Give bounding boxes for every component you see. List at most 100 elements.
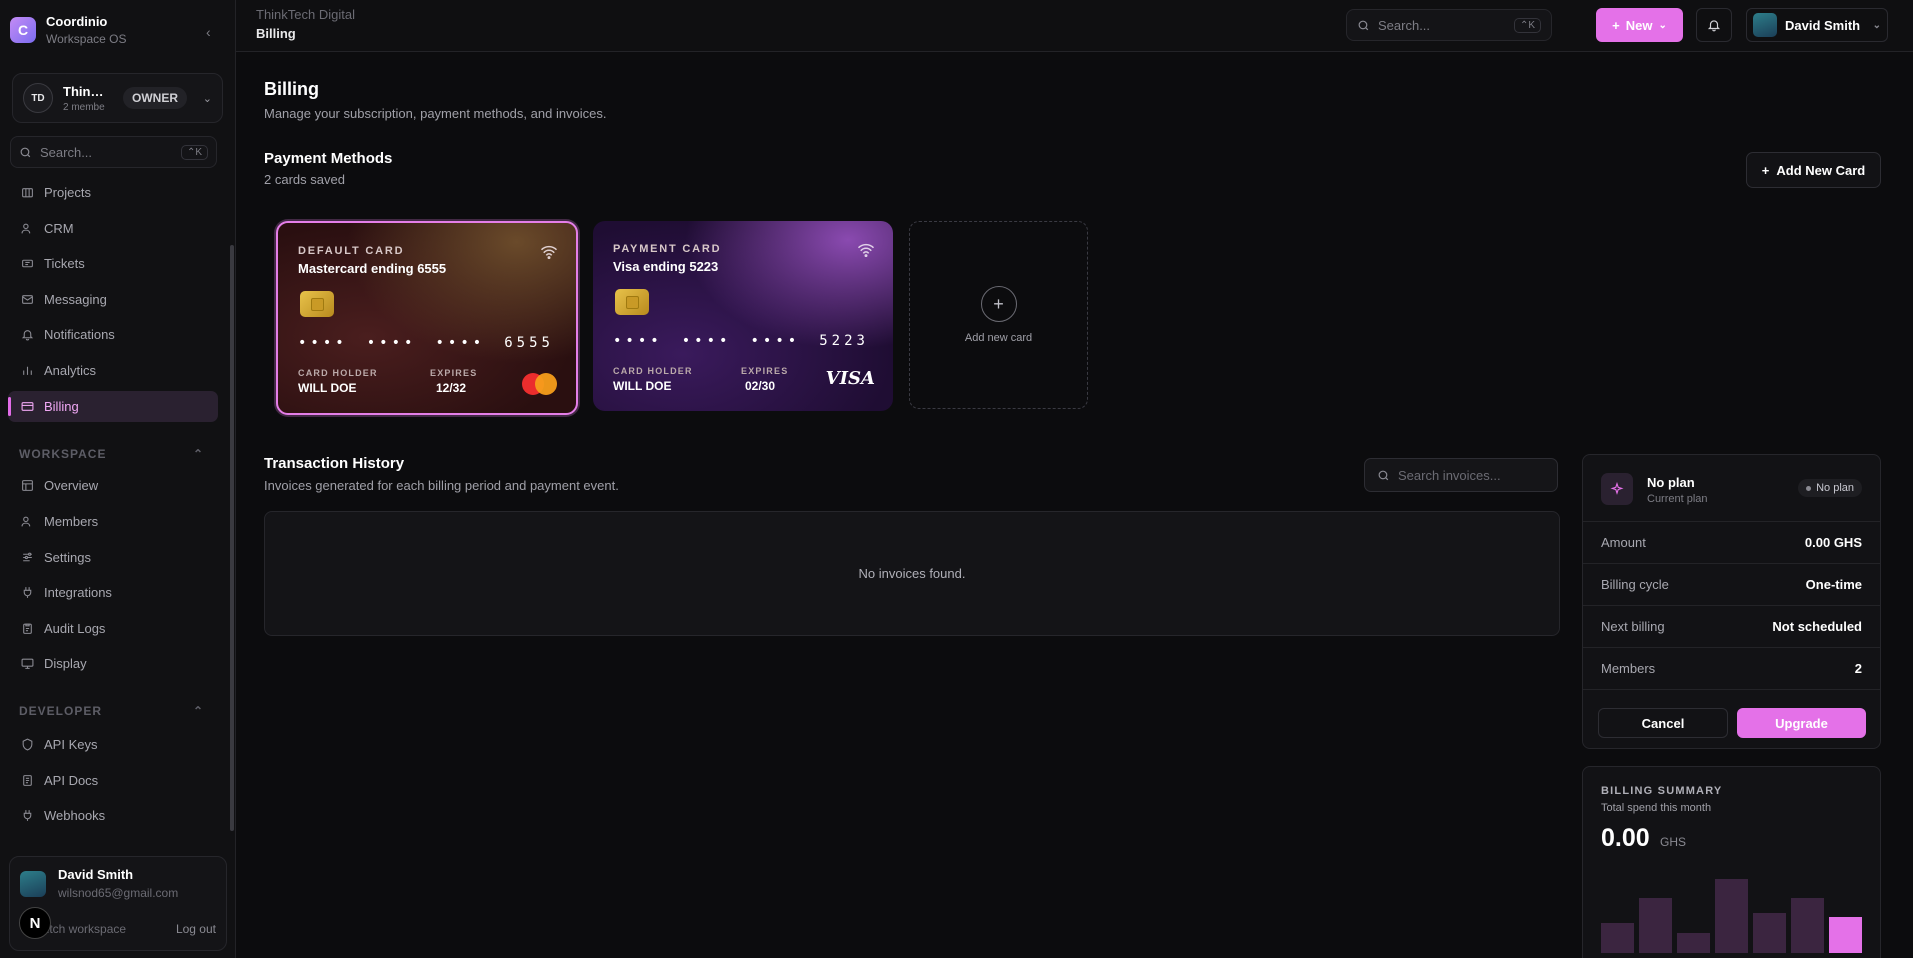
sidebar-item-tickets[interactable]: Tickets bbox=[8, 248, 218, 279]
breadcrumb-page: Billing bbox=[256, 26, 296, 41]
sidebar-item-audit-logs[interactable]: Audit Logs bbox=[8, 613, 218, 644]
summary-value: 0.00 bbox=[1601, 824, 1650, 852]
chevron-down-icon[interactable]: ⌄ bbox=[203, 92, 212, 105]
workspace-avatar: TD bbox=[23, 83, 53, 113]
row-value: One-time bbox=[1805, 577, 1862, 592]
new-button[interactable]: + New ⌄ bbox=[1596, 8, 1683, 42]
row-value: 2 bbox=[1854, 661, 1862, 676]
payment-card-default[interactable]: DEFAULT CARD Mastercard ending 6555 ••••… bbox=[276, 221, 578, 415]
sidebar-item-billing[interactable]: Billing bbox=[8, 391, 218, 422]
collapse-sidebar-icon[interactable]: ‹ bbox=[206, 24, 211, 40]
sidebar-item-api-keys[interactable]: API Keys bbox=[8, 729, 218, 760]
sidebar-item-members[interactable]: Members bbox=[8, 506, 218, 537]
add-card-tile[interactable]: + Add new card bbox=[909, 221, 1088, 409]
sidebar-item-overview[interactable]: Overview bbox=[8, 470, 218, 501]
card-label: PAYMENT CARD bbox=[613, 243, 722, 255]
doc-icon bbox=[20, 774, 34, 788]
sidebar-item-messaging[interactable]: Messaging bbox=[8, 284, 218, 315]
plus-icon: + bbox=[1612, 17, 1620, 33]
chevron-up-icon: ⌃ bbox=[192, 447, 204, 461]
new-button-label: New bbox=[1625, 17, 1653, 33]
row-key: Next billing bbox=[1601, 619, 1665, 634]
section-workspace[interactable]: WORKSPACE ⌃ bbox=[19, 447, 204, 461]
sidebar-item-integrations[interactable]: Integrations bbox=[8, 577, 218, 608]
sidebar-item-label: Display bbox=[44, 656, 87, 671]
sidebar-item-label: CRM bbox=[44, 221, 74, 236]
mail-icon bbox=[20, 293, 34, 307]
chart-bar bbox=[1829, 917, 1862, 953]
avatar bbox=[20, 871, 46, 897]
card-chip-icon bbox=[615, 289, 649, 315]
sidebar-item-analytics[interactable]: Analytics bbox=[8, 355, 218, 386]
brand[interactable]: C Coordinio Workspace OS bbox=[10, 14, 126, 46]
brand-logo: C bbox=[10, 17, 36, 43]
sidebar-item-webhooks[interactable]: Webhooks bbox=[8, 800, 218, 831]
sidebar-item-projects[interactable]: Projects bbox=[8, 177, 218, 208]
brand-name: Coordinio bbox=[46, 14, 108, 29]
summary-unit: GHS bbox=[1660, 835, 1687, 849]
sidebar-item-label: Members bbox=[44, 514, 99, 529]
card-expires-label: EXPIRES bbox=[430, 368, 478, 378]
chart-bar bbox=[1601, 923, 1634, 953]
users-icon bbox=[20, 515, 34, 529]
sidebar-scroll-thumb[interactable] bbox=[230, 245, 234, 831]
user-menu-button[interactable]: David Smith ⌄ bbox=[1746, 8, 1888, 42]
user-menu-name: David Smith bbox=[1785, 17, 1861, 33]
sidebar-item-display[interactable]: Display bbox=[8, 648, 218, 679]
card-number-group: 5223 bbox=[819, 333, 869, 349]
card-holder-label: CARD HOLDER bbox=[613, 366, 693, 376]
upgrade-button[interactable]: Upgrade bbox=[1737, 708, 1866, 738]
card-expires-value: 12/32 bbox=[436, 381, 467, 395]
topbar: ThinkTech Digital Billing Search... ⌃K +… bbox=[236, 0, 1913, 52]
notifications-button[interactable] bbox=[1696, 8, 1732, 42]
brand-subtitle: Workspace OS bbox=[46, 32, 127, 46]
transaction-history-subtitle: Invoices generated for each billing peri… bbox=[264, 478, 619, 493]
row-key: Billing cycle bbox=[1601, 577, 1669, 592]
section-developer[interactable]: DEVELOPER ⌃ bbox=[19, 704, 204, 718]
logout-link[interactable]: Log out bbox=[176, 922, 216, 936]
divider bbox=[1583, 689, 1880, 690]
sidebar-item-label: Integrations bbox=[44, 585, 112, 600]
breadcrumb-org[interactable]: ThinkTech Digital bbox=[256, 7, 355, 22]
sidebar-item-settings[interactable]: Settings bbox=[8, 542, 218, 573]
card-holder-label: CARD HOLDER bbox=[298, 368, 378, 378]
page-subtitle: Manage your subscription, payment method… bbox=[264, 106, 607, 121]
user-email: wilsnod65@gmail.com bbox=[58, 886, 179, 900]
webhook-icon bbox=[20, 809, 34, 823]
payment-card-visa[interactable]: PAYMENT CARD Visa ending 5223 •••• •••• … bbox=[593, 221, 893, 411]
card-expires-value: 02/30 bbox=[745, 379, 776, 393]
sparkle-icon bbox=[1601, 473, 1633, 505]
avatar bbox=[1753, 13, 1777, 37]
card-chip-icon bbox=[300, 291, 334, 317]
status-badge-label: No plan bbox=[1816, 482, 1854, 494]
add-card-label: Add new card bbox=[964, 332, 1033, 344]
user-name: David Smith bbox=[58, 867, 134, 882]
mastercard-logo-icon bbox=[522, 373, 558, 395]
card-number-group: •••• bbox=[681, 333, 732, 349]
sidebar-item-crm[interactable]: CRM bbox=[8, 213, 218, 244]
workspace-members: 2 members bbox=[63, 101, 105, 113]
plan-row-amount: Amount 0.00 GHS bbox=[1583, 521, 1880, 563]
workspace-switcher[interactable]: TD ThinkTech Digital 2 members OWNER ⌄ bbox=[12, 73, 223, 123]
global-search-placeholder: Search... bbox=[1378, 17, 1431, 33]
chevron-down-icon: ⌄ bbox=[1658, 19, 1667, 31]
sidebar-search-input[interactable]: Search... ⌃K bbox=[10, 136, 217, 168]
cancel-button[interactable]: Cancel bbox=[1598, 708, 1728, 738]
sidebar-item-label: Tickets bbox=[44, 256, 85, 271]
sidebar-item-api-docs[interactable]: API Docs bbox=[8, 765, 218, 796]
contactless-icon bbox=[540, 245, 558, 259]
global-search-input[interactable]: Search... ⌃K bbox=[1346, 9, 1552, 41]
chart-bar bbox=[1715, 879, 1748, 953]
sidebar-item-label: Webhooks bbox=[44, 808, 106, 823]
chart-bar bbox=[1753, 913, 1786, 953]
sidebar-item-label: Audit Logs bbox=[44, 621, 106, 636]
dev-tools-badge[interactable]: N bbox=[19, 907, 51, 939]
sidebar: C Coordinio Workspace OS ‹ TD ThinkTech … bbox=[0, 0, 236, 958]
sidebar-item-notifications[interactable]: Notifications bbox=[8, 319, 218, 350]
add-new-card-button[interactable]: + Add New Card bbox=[1746, 152, 1881, 188]
shield-icon bbox=[20, 738, 34, 752]
sidebar-search-placeholder: Search... bbox=[40, 144, 93, 160]
card-title: Mastercard ending 6555 bbox=[298, 261, 447, 276]
invoice-search-input[interactable]: Search invoices... bbox=[1364, 458, 1558, 492]
card-number-group: •••• bbox=[298, 335, 348, 351]
